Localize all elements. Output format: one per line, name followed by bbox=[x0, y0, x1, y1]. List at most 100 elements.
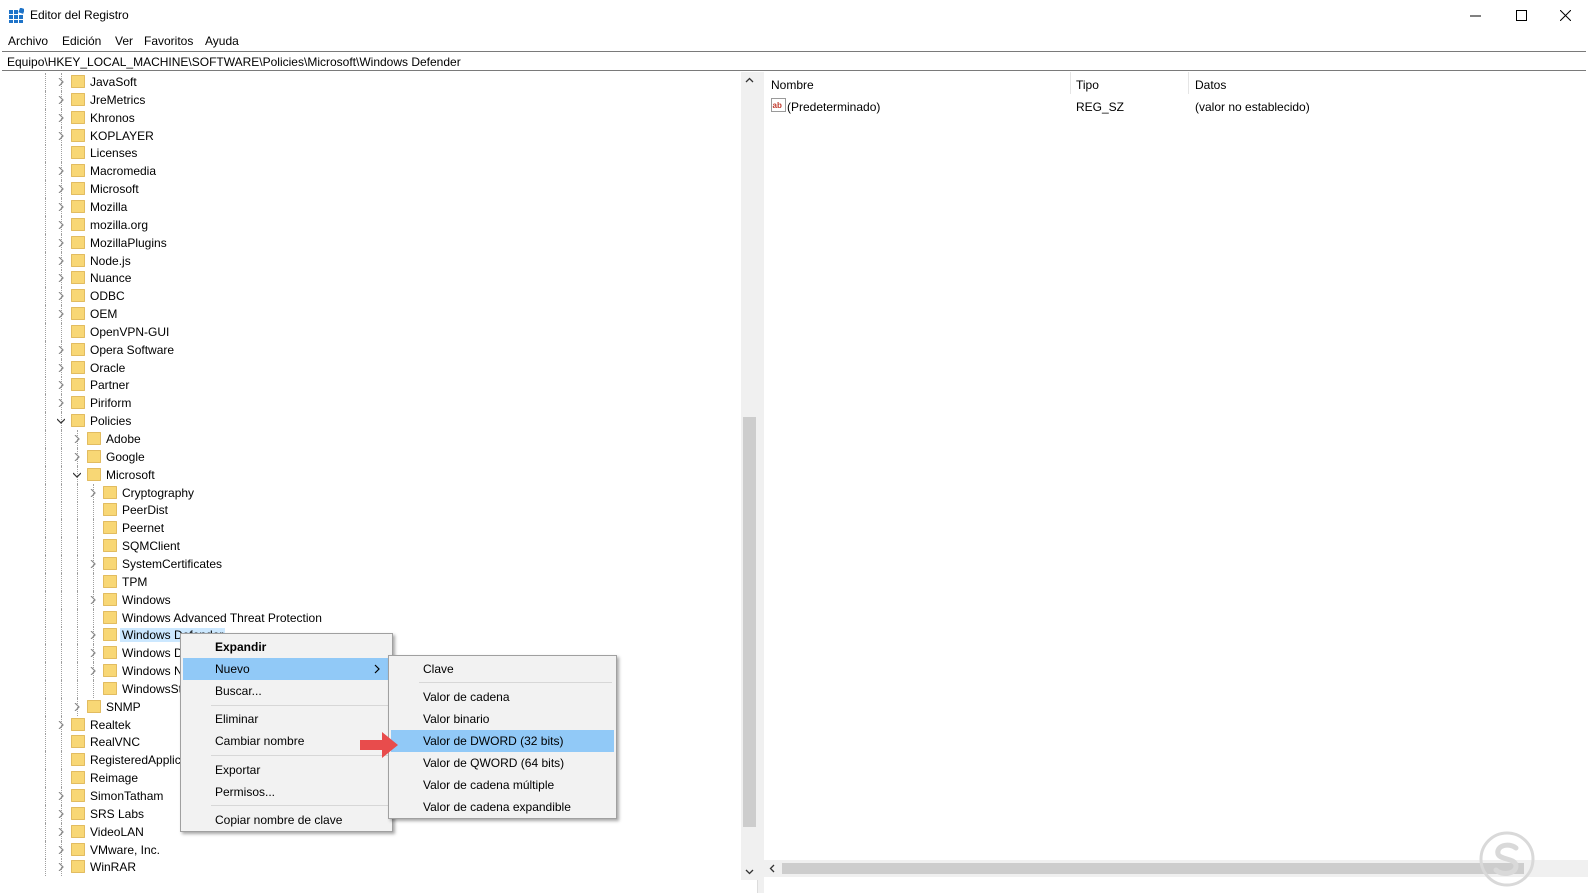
chevron-right-icon[interactable] bbox=[57, 238, 65, 247]
tree-item[interactable]: Windows bbox=[0, 590, 740, 609]
ctx-exportar[interactable]: Exportar bbox=[183, 759, 390, 781]
tree-item[interactable]: JreMetrics bbox=[0, 90, 740, 109]
chevron-right-icon[interactable] bbox=[57, 274, 65, 283]
list-scroll-thumb[interactable] bbox=[782, 863, 1524, 874]
tree-item[interactable]: Partner bbox=[0, 376, 740, 395]
chevron-right-icon[interactable] bbox=[89, 631, 97, 640]
chevron-right-icon[interactable] bbox=[57, 381, 65, 390]
chevron-right-icon[interactable] bbox=[57, 827, 65, 836]
ctx-eliminar[interactable]: Eliminar bbox=[183, 708, 390, 730]
tree-item[interactable]: Piriform bbox=[0, 394, 740, 413]
address-bar[interactable]: Equipo\HKEY_LOCAL_MACHINE\SOFTWARE\Polic… bbox=[2, 51, 1586, 71]
scroll-down-icon[interactable] bbox=[745, 867, 754, 876]
tree-item[interactable]: Nuance bbox=[0, 269, 740, 288]
chevron-right-icon[interactable] bbox=[57, 95, 65, 104]
minimize-button[interactable] bbox=[1452, 0, 1498, 31]
sub-valor-cadena[interactable]: Valor de cadena bbox=[391, 686, 614, 708]
close-button[interactable] bbox=[1542, 0, 1588, 31]
tree-item[interactable]: VMware, Inc. bbox=[0, 840, 740, 859]
chevron-right-icon[interactable] bbox=[57, 185, 65, 194]
tree-item[interactable]: WinRAR bbox=[0, 858, 740, 877]
column-divider[interactable] bbox=[1188, 72, 1189, 94]
menu-ver[interactable]: Ver bbox=[115, 34, 133, 48]
sub-valor-qword[interactable]: Valor de QWORD (64 bits) bbox=[391, 752, 614, 774]
tree-item[interactable]: Peernet bbox=[0, 519, 740, 538]
chevron-down-icon[interactable] bbox=[73, 471, 81, 479]
tree-item[interactable]: Google bbox=[0, 447, 740, 466]
chevron-right-icon[interactable] bbox=[57, 845, 65, 854]
tree-item[interactable]: Oracle bbox=[0, 358, 740, 377]
sub-clave[interactable]: Clave bbox=[391, 658, 614, 680]
chevron-down-icon[interactable] bbox=[57, 417, 65, 425]
ctx-expandir[interactable]: Expandir bbox=[183, 636, 390, 658]
tree-item[interactable]: Opera Software bbox=[0, 340, 740, 359]
chevron-right-icon[interactable] bbox=[57, 363, 65, 372]
chevron-right-icon[interactable] bbox=[57, 809, 65, 818]
tree-item[interactable]: PeerDist bbox=[0, 501, 740, 520]
chevron-right-icon[interactable] bbox=[73, 702, 81, 711]
chevron-right-icon[interactable] bbox=[89, 488, 97, 497]
tree-item[interactable]: Node.js bbox=[0, 251, 740, 270]
tree-item[interactable]: SystemCertificates bbox=[0, 554, 740, 573]
tree-item[interactable]: Macromedia bbox=[0, 162, 740, 181]
column-header-tipo[interactable]: Tipo bbox=[1076, 78, 1099, 92]
tree-vertical-scrollbar[interactable] bbox=[741, 72, 758, 880]
chevron-right-icon[interactable] bbox=[57, 345, 65, 354]
chevron-right-icon[interactable] bbox=[57, 292, 65, 301]
chevron-right-icon[interactable] bbox=[89, 667, 97, 676]
chevron-right-icon[interactable] bbox=[57, 131, 65, 140]
chevron-right-icon[interactable] bbox=[57, 78, 65, 86]
column-header-datos[interactable]: Datos bbox=[1195, 78, 1226, 92]
ctx-permisos[interactable]: Permisos... bbox=[183, 781, 390, 803]
tree-item[interactable]: ODBC bbox=[0, 287, 740, 306]
menu-favoritos[interactable]: Favoritos bbox=[144, 34, 193, 48]
ctx-buscar[interactable]: Buscar... bbox=[183, 680, 390, 702]
scroll-up-icon[interactable] bbox=[745, 76, 754, 85]
chevron-right-icon[interactable] bbox=[57, 167, 65, 176]
tree-item[interactable]: TPM bbox=[0, 572, 740, 591]
column-divider[interactable] bbox=[1070, 72, 1071, 94]
chevron-right-icon[interactable] bbox=[89, 595, 97, 604]
menu-archivo[interactable]: Archivo bbox=[8, 34, 48, 48]
chevron-right-icon[interactable] bbox=[73, 452, 81, 461]
column-header-nombre[interactable]: Nombre bbox=[771, 78, 814, 92]
chevron-right-icon[interactable] bbox=[57, 220, 65, 229]
tree-item[interactable]: Cryptography bbox=[0, 483, 740, 502]
chevron-right-icon[interactable] bbox=[57, 310, 65, 319]
ctx-nuevo[interactable]: Nuevo bbox=[183, 658, 390, 680]
tree-item[interactable]: Mozilla bbox=[0, 197, 740, 216]
tree-item[interactable]: Microsoft bbox=[0, 180, 740, 199]
tree-item[interactable]: Khronos bbox=[0, 108, 740, 127]
tree-item[interactable]: Adobe bbox=[0, 430, 740, 448]
tree-item[interactable]: Windows Advanced Threat Protection bbox=[0, 608, 740, 627]
chevron-right-icon[interactable] bbox=[89, 649, 97, 658]
tree-item[interactable]: SQMClient bbox=[0, 537, 740, 556]
sub-valor-multiple[interactable]: Valor de cadena múltiple bbox=[391, 774, 614, 796]
menu-edicion[interactable]: Edición bbox=[62, 34, 101, 48]
tree-scroll-thumb[interactable] bbox=[743, 417, 756, 827]
chevron-right-icon[interactable] bbox=[57, 202, 65, 211]
scroll-left-icon[interactable] bbox=[768, 864, 777, 873]
chevron-right-icon[interactable] bbox=[57, 863, 65, 872]
tree-item[interactable]: Microsoft bbox=[0, 465, 740, 484]
sub-valor-binario[interactable]: Valor binario bbox=[391, 708, 614, 730]
chevron-right-icon[interactable] bbox=[57, 399, 65, 408]
list-horizontal-scrollbar[interactable] bbox=[764, 860, 1588, 877]
maximize-button[interactable] bbox=[1498, 0, 1544, 31]
tree-item[interactable]: Policies bbox=[0, 412, 740, 431]
values-list[interactable]: Nombre Tipo Datos ab (Predeterminado) RE… bbox=[764, 72, 1588, 893]
tree-item[interactable]: OEM bbox=[0, 305, 740, 324]
menu-ayuda[interactable]: Ayuda bbox=[205, 34, 239, 48]
tree-item[interactable]: mozilla.org bbox=[0, 215, 740, 234]
tree-item[interactable]: JavaSoft bbox=[0, 73, 740, 91]
sub-valor-dword[interactable]: Valor de DWORD (32 bits) bbox=[391, 730, 614, 752]
tree-item[interactable]: OpenVPN-GUI bbox=[0, 322, 740, 341]
chevron-right-icon[interactable] bbox=[57, 113, 65, 122]
ctx-copiar-nombre[interactable]: Copiar nombre de clave bbox=[183, 809, 390, 831]
tree-item[interactable]: MozillaPlugins bbox=[0, 233, 740, 252]
chevron-right-icon[interactable] bbox=[57, 256, 65, 265]
tree-item[interactable]: KOPLAYER bbox=[0, 126, 740, 145]
chevron-right-icon[interactable] bbox=[57, 792, 65, 800]
chevron-right-icon[interactable] bbox=[57, 720, 65, 729]
chevron-right-icon[interactable] bbox=[89, 559, 97, 568]
